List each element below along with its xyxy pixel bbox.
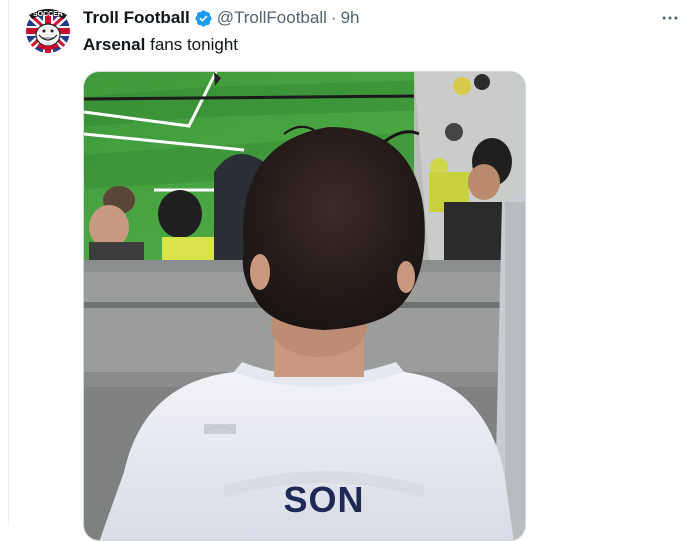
handle[interactable]: @TrollFootball [217,8,327,28]
verified-badge-icon[interactable] [194,9,213,28]
tweet-photo[interactable]: SON [83,71,526,541]
more-options-button[interactable] [656,6,684,30]
tweet-text-highlight: Arsenal [83,35,146,54]
stadium-photo-icon: SON [84,72,525,540]
troll-football-logo-icon: SOCCER [26,9,70,53]
avatar[interactable]: SOCCER [24,5,72,53]
avatar-badge-text: SOCCER [33,11,63,18]
timestamp[interactable]: 9h [341,8,360,28]
tweet[interactable]: SOCCER Troll Football @TrollFootball · 9… [0,0,700,541]
tweet-text: Arsenal fans tonight [83,34,238,56]
display-name[interactable]: Troll Football [83,8,190,28]
more-horizontal-icon [662,16,678,20]
separator-dot: · [330,8,337,27]
tweet-text-rest: fans tonight [145,35,238,54]
tweet-header: Troll Football @TrollFootball · 9h [83,6,359,30]
shirt-name-text: SON [283,479,364,520]
